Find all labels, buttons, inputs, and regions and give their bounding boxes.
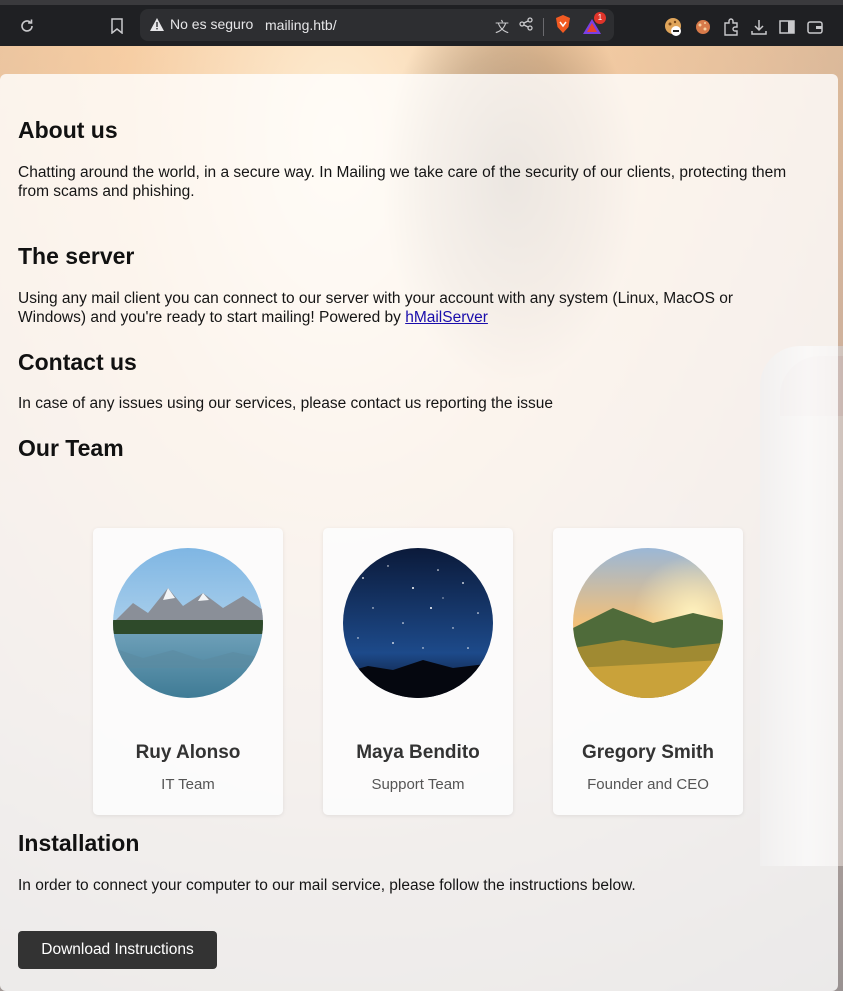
- warning-icon: [150, 17, 164, 31]
- main-content-panel: About us Chatting around the world, in a…: [0, 74, 838, 991]
- browser-toolbar: No es seguro mailing.htb/ 文 1: [0, 0, 843, 46]
- translate-icon[interactable]: 文: [495, 17, 509, 37]
- address-bar[interactable]: No es seguro mailing.htb/ 文 1: [140, 9, 614, 41]
- server-text: Using any mail client you can connect to…: [18, 289, 798, 327]
- server-heading: The server: [18, 243, 135, 269]
- avatar-sunset-meadow: [573, 548, 723, 698]
- cookie-icon[interactable]: [694, 18, 712, 41]
- avatar-lake-mountains: [113, 548, 263, 698]
- contact-text: In case of any issues using our services…: [18, 395, 554, 412]
- team-card: Ruy Alonso IT Team: [93, 528, 283, 815]
- url-divider: [543, 17, 544, 36]
- downloads-icon[interactable]: [750, 18, 768, 41]
- hmailserver-link[interactable]: hMailServer: [405, 309, 488, 326]
- server-text-body: Using any mail client you can connect to…: [18, 290, 734, 326]
- download-instructions-button[interactable]: Download Instructions: [18, 931, 217, 969]
- team-card: Maya Bendito Support Team: [323, 528, 513, 815]
- page-viewport: About us Chatting around the world, in a…: [0, 46, 843, 991]
- security-label: No es seguro: [170, 16, 254, 32]
- member-role: IT Team: [161, 776, 215, 793]
- member-name: Gregory Smith: [582, 742, 714, 763]
- member-role: Founder and CEO: [587, 776, 709, 793]
- extensions-puzzle-icon[interactable]: [722, 18, 740, 41]
- member-name: Ruy Alonso: [135, 742, 241, 763]
- brave-shield-icon[interactable]: [554, 14, 572, 39]
- reload-icon[interactable]: [14, 13, 40, 39]
- bookmark-icon[interactable]: [104, 13, 130, 39]
- cookie-extension-icon[interactable]: [664, 17, 684, 42]
- security-indicator[interactable]: No es seguro: [150, 16, 253, 32]
- about-text: Chatting around the world, in a secure w…: [18, 164, 787, 200]
- contact-heading: Contact us: [18, 349, 137, 375]
- avatar-starry-sky: [343, 548, 493, 698]
- member-name: Maya Bendito: [356, 742, 480, 763]
- brave-rewards-icon[interactable]: 1: [582, 11, 606, 37]
- installation-text: In order to connect your computer to our…: [18, 877, 636, 894]
- url-text[interactable]: mailing.htb/: [265, 17, 337, 33]
- team-heading: Our Team: [18, 435, 124, 461]
- team-card: Gregory Smith Founder and CEO: [553, 528, 743, 815]
- rewards-badge: 1: [594, 11, 606, 24]
- wallet-icon[interactable]: [806, 18, 824, 41]
- member-role: Support Team: [371, 776, 465, 793]
- share-icon[interactable]: [519, 17, 533, 36]
- about-heading: About us: [18, 117, 118, 143]
- sidebar-icon[interactable]: [778, 18, 796, 41]
- installation-heading: Installation: [18, 830, 140, 856]
